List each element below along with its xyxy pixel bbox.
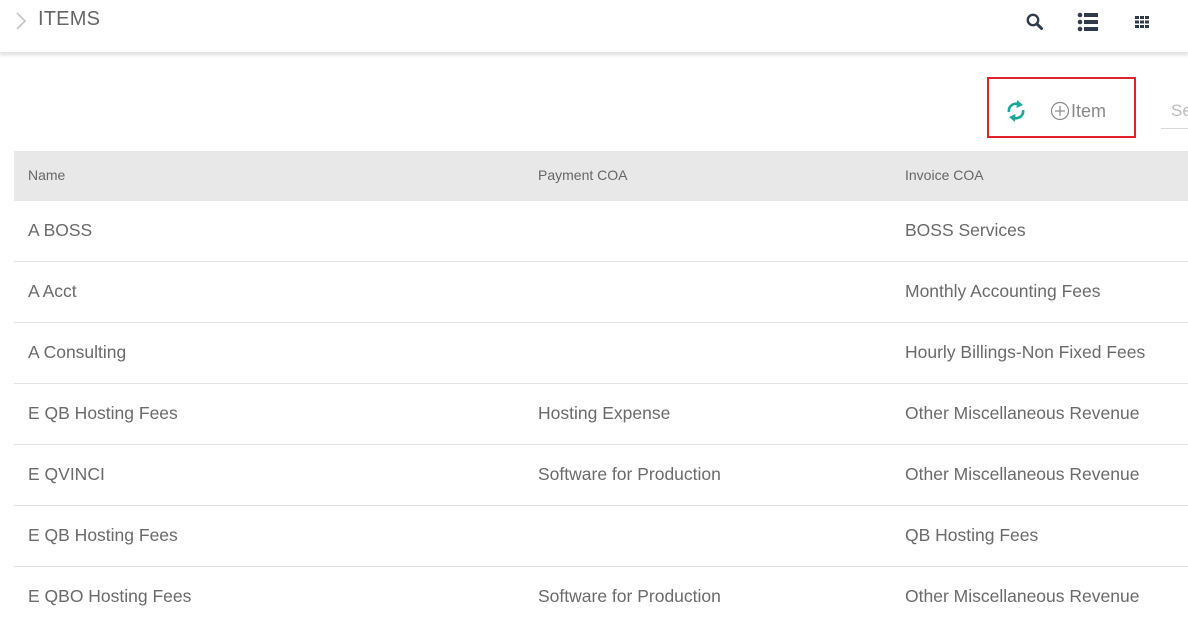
table-row[interactable]: E QB Hosting Fees Hosting Expense Other … [14, 384, 1188, 445]
table-header: Name Payment COA Invoice COA [14, 151, 1188, 201]
chevron-right-icon[interactable] [12, 10, 30, 32]
table-row[interactable]: E QVINCI Software for Production Other M… [14, 445, 1188, 506]
items-table: Name Payment COA Invoice COA A BOSS BOSS… [14, 151, 1188, 621]
top-header: ITEMS [0, 0, 1188, 53]
cell-invoice-coa: QB Hosting Fees [905, 525, 1039, 545]
cell-invoice-coa: Hourly Billings-Non Fixed Fees [905, 342, 1146, 362]
column-header-invoice-coa[interactable]: Invoice COA [905, 167, 984, 183]
cell-invoice-coa: Other Miscellaneous Revenue [905, 403, 1140, 423]
cell-payment-coa: Hosting Expense [538, 403, 671, 423]
app: ITEMS Item Search Name Payment COA Invoi… [0, 0, 1188, 621]
grid-view-icon[interactable] [1131, 11, 1153, 33]
column-header-payment-coa[interactable]: Payment COA [538, 167, 627, 183]
cell-invoice-coa: Other Miscellaneous Revenue [905, 464, 1140, 484]
cell-name: E QVINCI [28, 464, 105, 484]
cell-name: A Acct [28, 281, 77, 301]
list-view-icon[interactable] [1077, 11, 1099, 33]
search-icon[interactable] [1024, 11, 1046, 33]
column-header-name[interactable]: Name [28, 167, 65, 183]
cell-invoice-coa: Monthly Accounting Fees [905, 281, 1101, 301]
table-row[interactable]: A Consulting Hourly Billings-Non Fixed F… [14, 323, 1188, 384]
cell-invoice-coa: BOSS Services [905, 220, 1026, 240]
cell-name: E QBO Hosting Fees [28, 586, 192, 606]
cell-name: E QB Hosting Fees [28, 403, 178, 423]
table-row[interactable]: E QB Hosting Fees QB Hosting Fees [14, 506, 1188, 567]
refresh-icon[interactable] [1004, 97, 1028, 125]
cell-payment-coa: Software for Production [538, 464, 721, 484]
page-title: ITEMS [38, 8, 101, 30]
search-input[interactable] [1161, 93, 1188, 129]
cell-invoice-coa: Other Miscellaneous Revenue [905, 586, 1140, 606]
add-item-label: Item [1071, 100, 1107, 121]
table-row[interactable]: E QBO Hosting Fees Software for Producti… [14, 567, 1188, 621]
cell-name: E QB Hosting Fees [28, 525, 178, 545]
cell-name: A BOSS [28, 220, 93, 240]
add-item-button[interactable]: Item [1050, 99, 1106, 123]
add-circle-icon [1050, 101, 1070, 121]
cell-payment-coa: Software for Production [538, 586, 721, 606]
table-row[interactable]: A Acct Monthly Accounting Fees [14, 262, 1188, 323]
table-row[interactable]: A BOSS BOSS Services [14, 201, 1188, 262]
cell-name: A Consulting [28, 342, 127, 362]
